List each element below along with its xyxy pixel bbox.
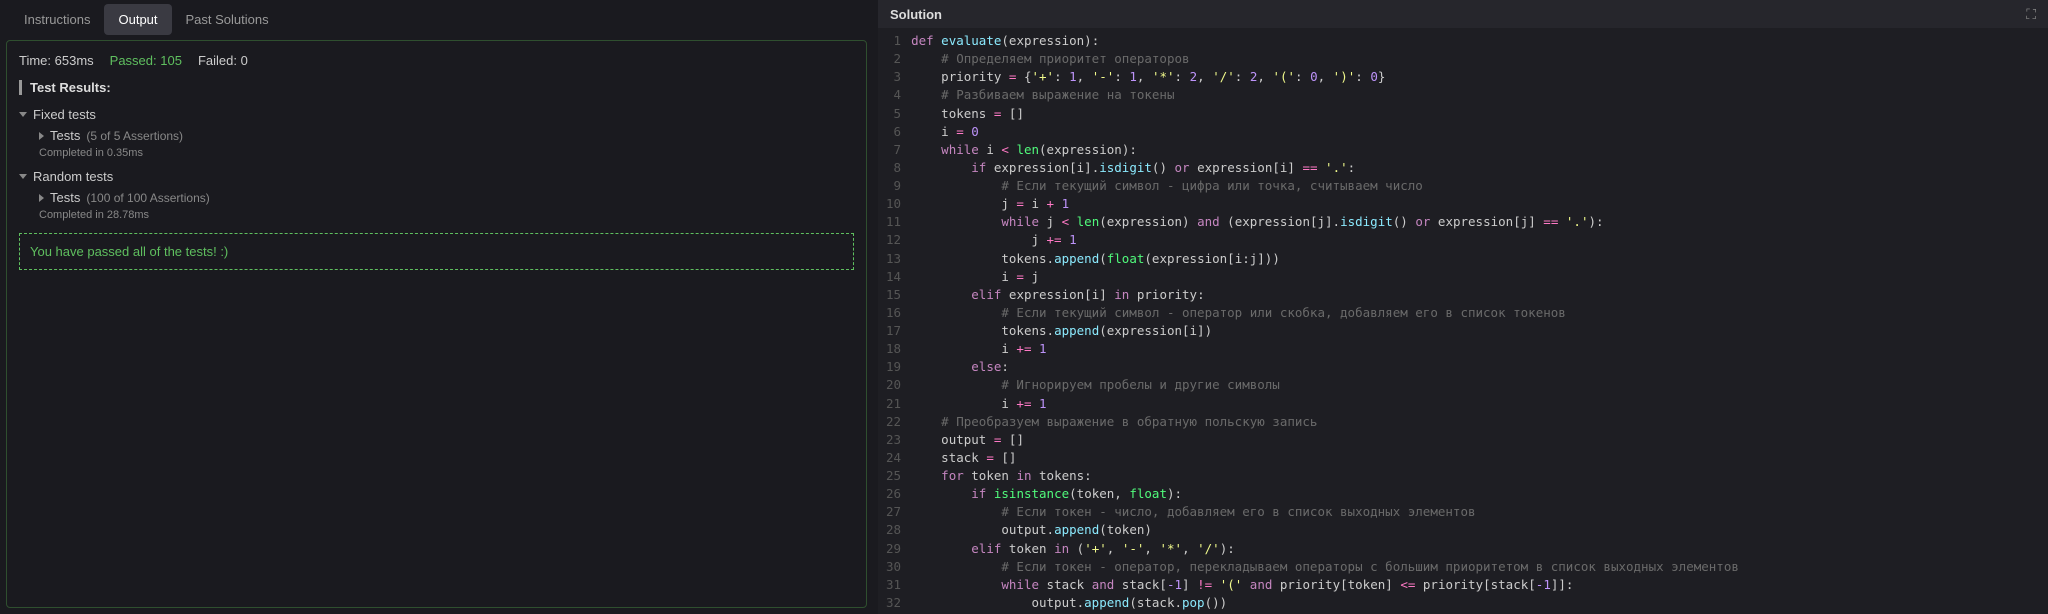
chevron-right-icon [39, 194, 44, 202]
tab-output[interactable]: Output [104, 4, 171, 35]
code-editor[interactable]: 1 2 3 4 5 6 7 8 9 10 11 12 13 14 15 16 1… [878, 28, 2048, 614]
group-name: Random tests [33, 169, 113, 184]
chevron-down-icon [19, 112, 27, 117]
tab-instructions[interactable]: Instructions [10, 4, 104, 35]
test-group: Random tests Tests (100 of 100 Assertion… [19, 169, 854, 221]
stats-row: Time: 653ms Passed: 105 Failed: 0 [19, 53, 854, 68]
completed-label: Completed in 0.35ms [39, 147, 854, 159]
code-content: def evaluate(expression): # Определяем п… [911, 32, 1814, 614]
chevron-right-icon [39, 132, 44, 140]
tabs-bar: Instructions Output Past Solutions [0, 0, 873, 34]
output-panel: Instructions Output Past Solutions Time:… [0, 0, 873, 614]
stat-passed: Passed: 105 [110, 53, 182, 68]
solution-panel: Solution ⛶ 1 2 3 4 5 6 7 8 9 10 11 12 13… [878, 0, 2048, 614]
stat-failed: Failed: 0 [198, 53, 248, 68]
line-gutter: 1 2 3 4 5 6 7 8 9 10 11 12 13 14 15 16 1… [878, 32, 911, 614]
tests-count: (5 of 5 Assertions) [86, 129, 183, 143]
completed-label: Completed in 28.78ms [39, 209, 854, 221]
tests-row[interactable]: Tests (100 of 100 Assertions) [39, 190, 854, 205]
chevron-down-icon [19, 174, 27, 179]
stat-time: Time: 653ms [19, 53, 94, 68]
tab-past-solutions[interactable]: Past Solutions [172, 4, 283, 35]
tests-row[interactable]: Tests (5 of 5 Assertions) [39, 128, 854, 143]
expand-icon[interactable]: ⛶ [2026, 6, 2036, 23]
success-banner: You have passed all of the tests! :) [19, 233, 854, 270]
group-header-random[interactable]: Random tests [19, 169, 854, 184]
solution-header: Solution ⛶ [878, 0, 2048, 28]
test-results-heading: Test Results: [19, 80, 854, 95]
tests-count: (100 of 100 Assertions) [86, 191, 209, 205]
test-group: Fixed tests Tests (5 of 5 Assertions) Co… [19, 107, 854, 159]
results-container: Time: 653ms Passed: 105 Failed: 0 Test R… [6, 40, 867, 608]
group-header-fixed[interactable]: Fixed tests [19, 107, 854, 122]
tests-label: Tests [50, 128, 80, 143]
group-name: Fixed tests [33, 107, 96, 122]
solution-title: Solution [890, 7, 942, 22]
tests-label: Tests [50, 190, 80, 205]
